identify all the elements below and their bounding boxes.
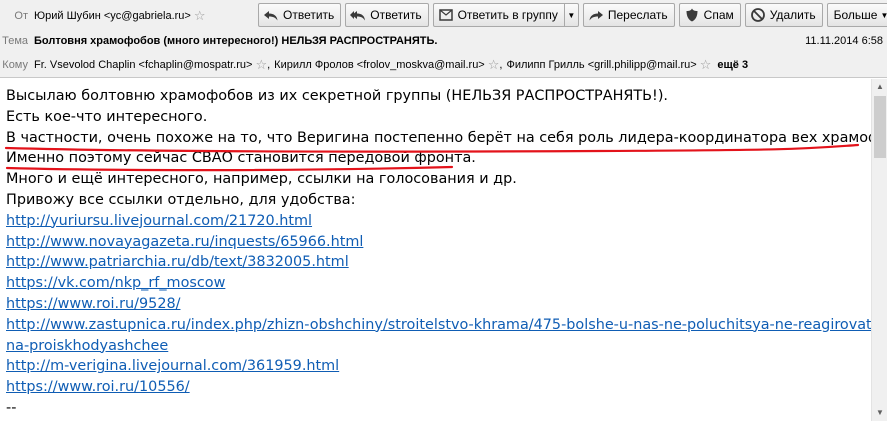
body-link[interactable]: http://www.zastupnica.ru/index.php/zhizn… bbox=[6, 317, 871, 333]
body-link[interactable]: https://www.roi.ru/9528/ bbox=[6, 296, 180, 312]
scroll-down-icon[interactable]: ▼ bbox=[872, 405, 887, 421]
message-header: От Юрий Шубин <yc@gabriela.ru> ☆ Ответит… bbox=[0, 0, 887, 78]
chevron-down-icon[interactable]: ▼ bbox=[563, 4, 578, 26]
more-recipients-link[interactable]: ещё 3 bbox=[717, 59, 748, 71]
body-line: Есть кое-что интересного. bbox=[6, 108, 208, 125]
message-toolbar: Ответить Ответить Ответить в группу ▼ Пе… bbox=[258, 3, 887, 27]
spam-label: Спам bbox=[703, 8, 734, 22]
recipient[interactable]: Филипп Грилль <grill.philipp@mail.ru> bbox=[506, 59, 696, 71]
to-row: Кому Fr. Vsevolod Chaplin <fchaplin@mosp… bbox=[0, 55, 887, 75]
subject-value: Болтовня храмофобов (много интересного!)… bbox=[34, 35, 438, 47]
reply-group-icon bbox=[438, 7, 454, 23]
reply-button[interactable]: Ответить bbox=[258, 3, 342, 27]
delete-button[interactable]: Удалить bbox=[744, 3, 823, 27]
body-link[interactable]: http://www.novayagazeta.ru/inquests/6596… bbox=[6, 234, 363, 250]
body-link[interactable]: https://vk.com/nkp_rf_moscow bbox=[6, 275, 225, 291]
body-link[interactable]: http://m-verigina.livejournal.com/361959… bbox=[6, 358, 339, 374]
subject-label: Тема bbox=[2, 35, 28, 47]
from-row: От Юрий Шубин <yc@gabriela.ru> ☆ bbox=[0, 6, 206, 26]
star-icon[interactable]: ☆ bbox=[700, 57, 712, 73]
forward-button[interactable]: Переслать bbox=[582, 3, 675, 27]
body-link[interactable]: na-proiskhodyashchee bbox=[6, 338, 168, 354]
message-body: Высылаю болтовню храмофобов из их секрет… bbox=[0, 79, 871, 421]
vertical-scrollbar[interactable]: ▲ ▼ bbox=[871, 79, 887, 421]
reply-group-button[interactable]: Ответить в группу ▼ bbox=[432, 3, 579, 27]
reply-group-label: Ответить в группу bbox=[457, 8, 558, 22]
body-link[interactable]: https://www.roi.ru/10556/ bbox=[6, 379, 190, 395]
reply-all-button[interactable]: Ответить bbox=[345, 3, 429, 27]
star-icon[interactable]: ☆ bbox=[255, 57, 267, 73]
reply-icon bbox=[263, 7, 279, 23]
separator: , bbox=[267, 59, 271, 71]
message-date: 11.11.2014 6:58 bbox=[805, 35, 883, 47]
body-link[interactable]: http://yuriursu.livejournal.com/21720.ht… bbox=[6, 213, 312, 229]
more-label: Больше bbox=[833, 8, 878, 22]
reply-label: Ответить bbox=[283, 8, 335, 22]
spam-button[interactable]: Спам bbox=[678, 3, 741, 27]
body-line: В частности, очень похоже на то, что Вер… bbox=[6, 129, 871, 146]
signature: -- bbox=[6, 399, 17, 416]
body-line: Высылаю болтовню храмофобов из их секрет… bbox=[6, 88, 669, 104]
body-line: Много и ещё интересного, например, ссылк… bbox=[6, 171, 517, 188]
delete-label: Удалить bbox=[769, 8, 816, 22]
reply-all-label: Ответить bbox=[370, 8, 422, 22]
forward-label: Переслать bbox=[607, 8, 668, 22]
scroll-up-icon[interactable]: ▲ bbox=[872, 79, 887, 95]
forward-icon bbox=[588, 7, 604, 23]
delete-icon bbox=[750, 7, 766, 23]
spam-icon bbox=[684, 7, 700, 23]
body-link[interactable]: http://www.patriarchia.ru/db/text/383200… bbox=[6, 254, 349, 270]
from-value[interactable]: Юрий Шубин <yc@gabriela.ru> bbox=[34, 10, 191, 22]
chevron-down-icon: ▼ bbox=[880, 10, 887, 20]
to-label: Кому bbox=[2, 59, 28, 71]
recipient[interactable]: Кирилл Фролов <frolov_moskva@mail.ru> bbox=[274, 59, 485, 71]
separator: , bbox=[499, 59, 503, 71]
body-line: Привожу все ссылки отдельно, для удобств… bbox=[6, 191, 356, 208]
star-icon[interactable]: ☆ bbox=[488, 57, 500, 73]
star-icon[interactable]: ☆ bbox=[194, 8, 206, 24]
subject-row: Тема Болтовня храмофобов (много интересн… bbox=[0, 31, 887, 51]
body-line: Именно поэтому сейчас СВАО становится пе… bbox=[6, 150, 476, 167]
recipient[interactable]: Fr. Vsevolod Chaplin <fchaplin@mospatr.r… bbox=[34, 59, 252, 71]
more-button[interactable]: Больше ▼ bbox=[826, 3, 887, 27]
from-label: От bbox=[14, 10, 28, 22]
scrollbar-thumb[interactable] bbox=[874, 96, 886, 158]
reply-all-icon bbox=[350, 7, 366, 23]
